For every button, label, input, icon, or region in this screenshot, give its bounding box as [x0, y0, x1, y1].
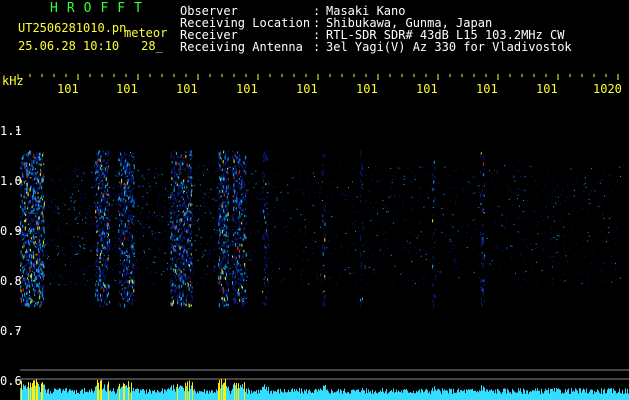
x-tick-label: 101	[356, 82, 378, 96]
x-tick-label: 101	[296, 82, 318, 96]
unit-label: kHz	[2, 74, 24, 88]
y-tick-label: 0.8	[0, 274, 22, 288]
spectrogram	[16, 74, 629, 400]
x-tick-label: 101	[236, 82, 258, 96]
y-tick-label: 1.1	[0, 124, 22, 138]
x-tick-label: 101	[57, 82, 79, 96]
x-tick-marks	[17, 74, 619, 80]
x-tick-label: 101	[476, 82, 498, 96]
noise-field	[20, 165, 621, 286]
y-tick-label: 1.0	[0, 174, 22, 188]
x-tick-label: 1020	[593, 82, 622, 96]
y-tick-label: 0.7	[0, 324, 22, 338]
y-tick-marks	[16, 129, 20, 381]
y-tick-label: 0.6	[0, 374, 22, 388]
x-tick-label: 101	[176, 82, 198, 96]
x-tick-label: 101	[116, 82, 138, 96]
amplitude-trace	[20, 378, 629, 400]
x-tick-label: 101	[416, 82, 438, 96]
y-tick-label: 0.9	[0, 224, 22, 238]
x-tick-label: 101	[536, 82, 558, 96]
